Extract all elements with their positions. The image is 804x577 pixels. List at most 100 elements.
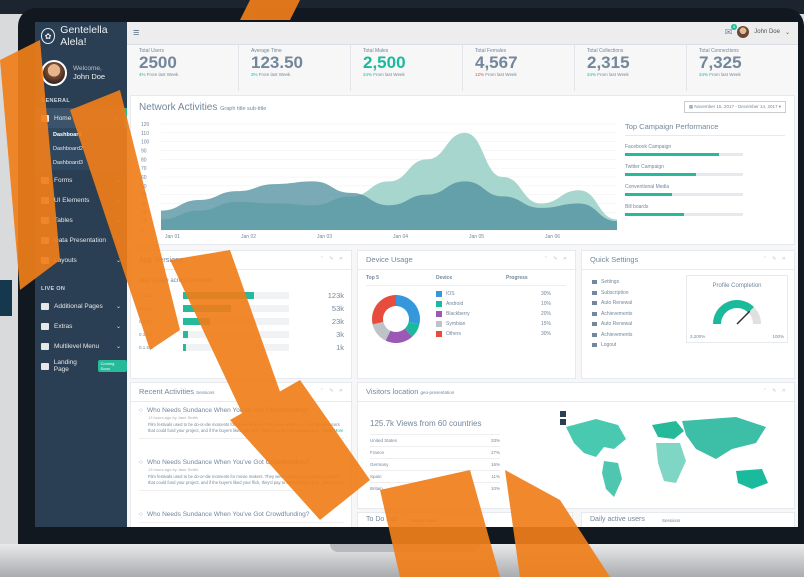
sidebar-item-forms[interactable]: Forms ⌄: [35, 170, 127, 190]
stat-tile: Average Time 123.50 3% From last Week: [238, 45, 350, 91]
x-tick-label: Jan 01: [165, 234, 180, 240]
sidebar-item-additional-pages[interactable]: Additional Pages ⌄: [35, 296, 127, 316]
quick-setting-item[interactable]: Auto Renewal: [592, 319, 632, 330]
y-tick-label: 0: [141, 228, 144, 234]
version-bar: [183, 292, 289, 299]
user-menu-name[interactable]: John Doe: [754, 29, 780, 35]
device-usage-title: Device Usage: [366, 255, 413, 264]
version-row: 0.1.5.5 3k: [139, 330, 344, 339]
sidebar-subitem-dashboard2[interactable]: Dashboard2: [35, 142, 127, 156]
panel-tools[interactable]: ⌃ ✎ ✕: [320, 388, 345, 394]
top-campaign-performance: Top Campaign Performance Facebook Campai…: [625, 122, 785, 216]
sidebar-subitem-dashboard3[interactable]: Dashboard3: [35, 156, 127, 170]
y-tick-label: 10: [141, 219, 147, 225]
sidebar-item-label: Extras: [54, 322, 73, 330]
country-pct: 10%: [490, 486, 500, 491]
campaign-item: Facebook Campaign: [625, 144, 785, 156]
campaign-bar: [625, 213, 743, 216]
quick-settings-title: Quick Settings: [590, 255, 639, 264]
sidebar-item-landing-page[interactable]: Landing Page Coming Soon: [35, 356, 127, 376]
activity-heading[interactable]: Who Needs Sundance When You've Got Crowd…: [147, 511, 309, 518]
setting-icon: [592, 301, 597, 306]
sidebar-item-label: Tables: [54, 216, 73, 224]
panel-tools[interactable]: ⌃ ✎ ✕: [763, 388, 788, 394]
chevron-down-icon: ⌄: [112, 115, 118, 122]
panel-tools[interactable]: ⌃ ✎ ✕: [544, 256, 569, 262]
recent-subtitle: Sessions: [196, 390, 215, 395]
activity-body: Film festivals used to be do-or-die mome…: [148, 422, 344, 434]
date-range-picker[interactable]: ▦ November 15, 2017 - December 14, 2017 …: [683, 101, 786, 113]
sidebar-item-home[interactable]: Home ⌄: [35, 108, 127, 128]
stat-tile: Total Collections 2,315 34% From last We…: [574, 45, 686, 91]
envelope-icon[interactable]: ✉ 6: [725, 23, 738, 38]
recent-title-text: Recent Activities: [139, 387, 195, 396]
legend-swatch: [436, 321, 442, 327]
device-label: Android: [446, 301, 464, 307]
y-tick-label: 100: [141, 140, 150, 146]
version-bar: [183, 318, 289, 325]
sidebar-subitem-dashboard[interactable]: Dashboard: [35, 128, 127, 142]
section-live-on: LIVE ON: [41, 286, 66, 292]
laptop-side-strip: [0, 280, 12, 316]
sidebar-item-data-presentation[interactable]: Data Presentation ⌄: [35, 230, 127, 250]
visitors-subtitle: geo-presentation: [420, 390, 455, 395]
quick-setting-label: Achievements: [601, 310, 633, 317]
network-title-text: Network Activities: [139, 102, 218, 113]
read-more-link[interactable]: Read More: [323, 480, 344, 485]
country-row: Britain 10%: [370, 482, 500, 494]
sidebar-item-label: Multilevel Menu: [54, 342, 100, 350]
setting-icon: [592, 322, 597, 327]
legend-swatch: [436, 311, 442, 317]
legend-swatch: [436, 291, 442, 297]
quick-setting-item[interactable]: Subscription: [592, 288, 632, 299]
y-tick-label: 20: [141, 210, 147, 216]
setting-icon: [592, 343, 597, 348]
activity-heading[interactable]: Who Needs Sundance When You've Got Crowd…: [147, 459, 309, 466]
menu-toggle-icon[interactable]: ≡: [133, 27, 139, 39]
brand[interactable]: ✿ Gentelella Alela!: [35, 22, 127, 50]
sidebar-item-layouts[interactable]: Layouts ⌄: [35, 250, 127, 270]
version-row: 0.1.5.2 123k: [139, 291, 344, 300]
quick-setting-item[interactable]: Auto Renewal: [592, 298, 632, 309]
panel-tools[interactable]: ⌃ ✎ ✕: [763, 256, 788, 262]
campaign-label: Bill boards: [625, 204, 649, 210]
bar-chart-icon: [41, 236, 49, 244]
views-headline: 125.7k Views from 60 countries: [370, 419, 482, 428]
read-more-link[interactable]: Read More: [323, 428, 344, 433]
version-label: 0.1.5.3: [139, 306, 153, 311]
stat-change: 34%: [363, 72, 373, 77]
quick-setting-item[interactable]: Achievements: [592, 330, 632, 341]
quick-setting-label: Achievements: [601, 331, 633, 338]
version-row: 0.1.5.4 23k: [139, 317, 344, 326]
panel-tools[interactable]: ⌃ ✎ ✕: [320, 256, 345, 262]
todo-title: To Do List: [366, 516, 398, 523]
quick-setting-item[interactable]: Settings: [592, 277, 632, 288]
campaign-bar-fill: [625, 153, 720, 156]
app-versions-panel: App Versions ⌃ ✎ ✕ App Usage across versi…: [130, 250, 352, 379]
sidebar-item-label: UI Elements: [54, 196, 90, 204]
sidebar-item-label: Landing Page: [53, 359, 77, 373]
quick-setting-label: Logout: [601, 342, 617, 349]
avatar[interactable]: [41, 60, 67, 86]
recent-activities-panel: Recent Activities Sessions ⌃ ✎ ✕ ○ Who Nee…: [130, 382, 352, 527]
country-table: United States 33% France 27% Germany 16% Spain…: [370, 434, 500, 494]
country-name: France: [370, 450, 385, 455]
stat-change: 4%: [139, 72, 146, 77]
user-avatar[interactable]: [737, 26, 750, 38]
calendar-icon: ▦: [688, 104, 694, 109]
activity-heading[interactable]: Who Needs Sundance When You've Got Crowd…: [147, 407, 309, 414]
profile-completion: Profile Completion 3,200% 100%: [686, 275, 788, 343]
quick-setting-item[interactable]: Achievements: [592, 309, 632, 320]
laptop-icon: [41, 362, 49, 370]
activity-text: Film festivals used to be do-or-die mome…: [148, 474, 340, 485]
country-row: United States 33%: [370, 434, 500, 446]
activity-item: ○ Who Needs Sundance When You've Got Crow…: [139, 407, 344, 439]
quick-setting-item[interactable]: Logout: [592, 340, 632, 351]
sidebar-item-ui-elements[interactable]: UI Elements ⌄: [35, 190, 127, 210]
sidebar-item-tables[interactable]: Tables ⌄: [35, 210, 127, 230]
sidebar-item-extras[interactable]: Extras ⌄: [35, 316, 127, 336]
sidebar-item-multilevel-menu[interactable]: Multilevel Menu ⌄: [35, 336, 127, 356]
version-value: 53k: [331, 304, 344, 313]
country-row: Germany 16%: [370, 458, 500, 470]
circle-icon: ○: [139, 407, 143, 414]
